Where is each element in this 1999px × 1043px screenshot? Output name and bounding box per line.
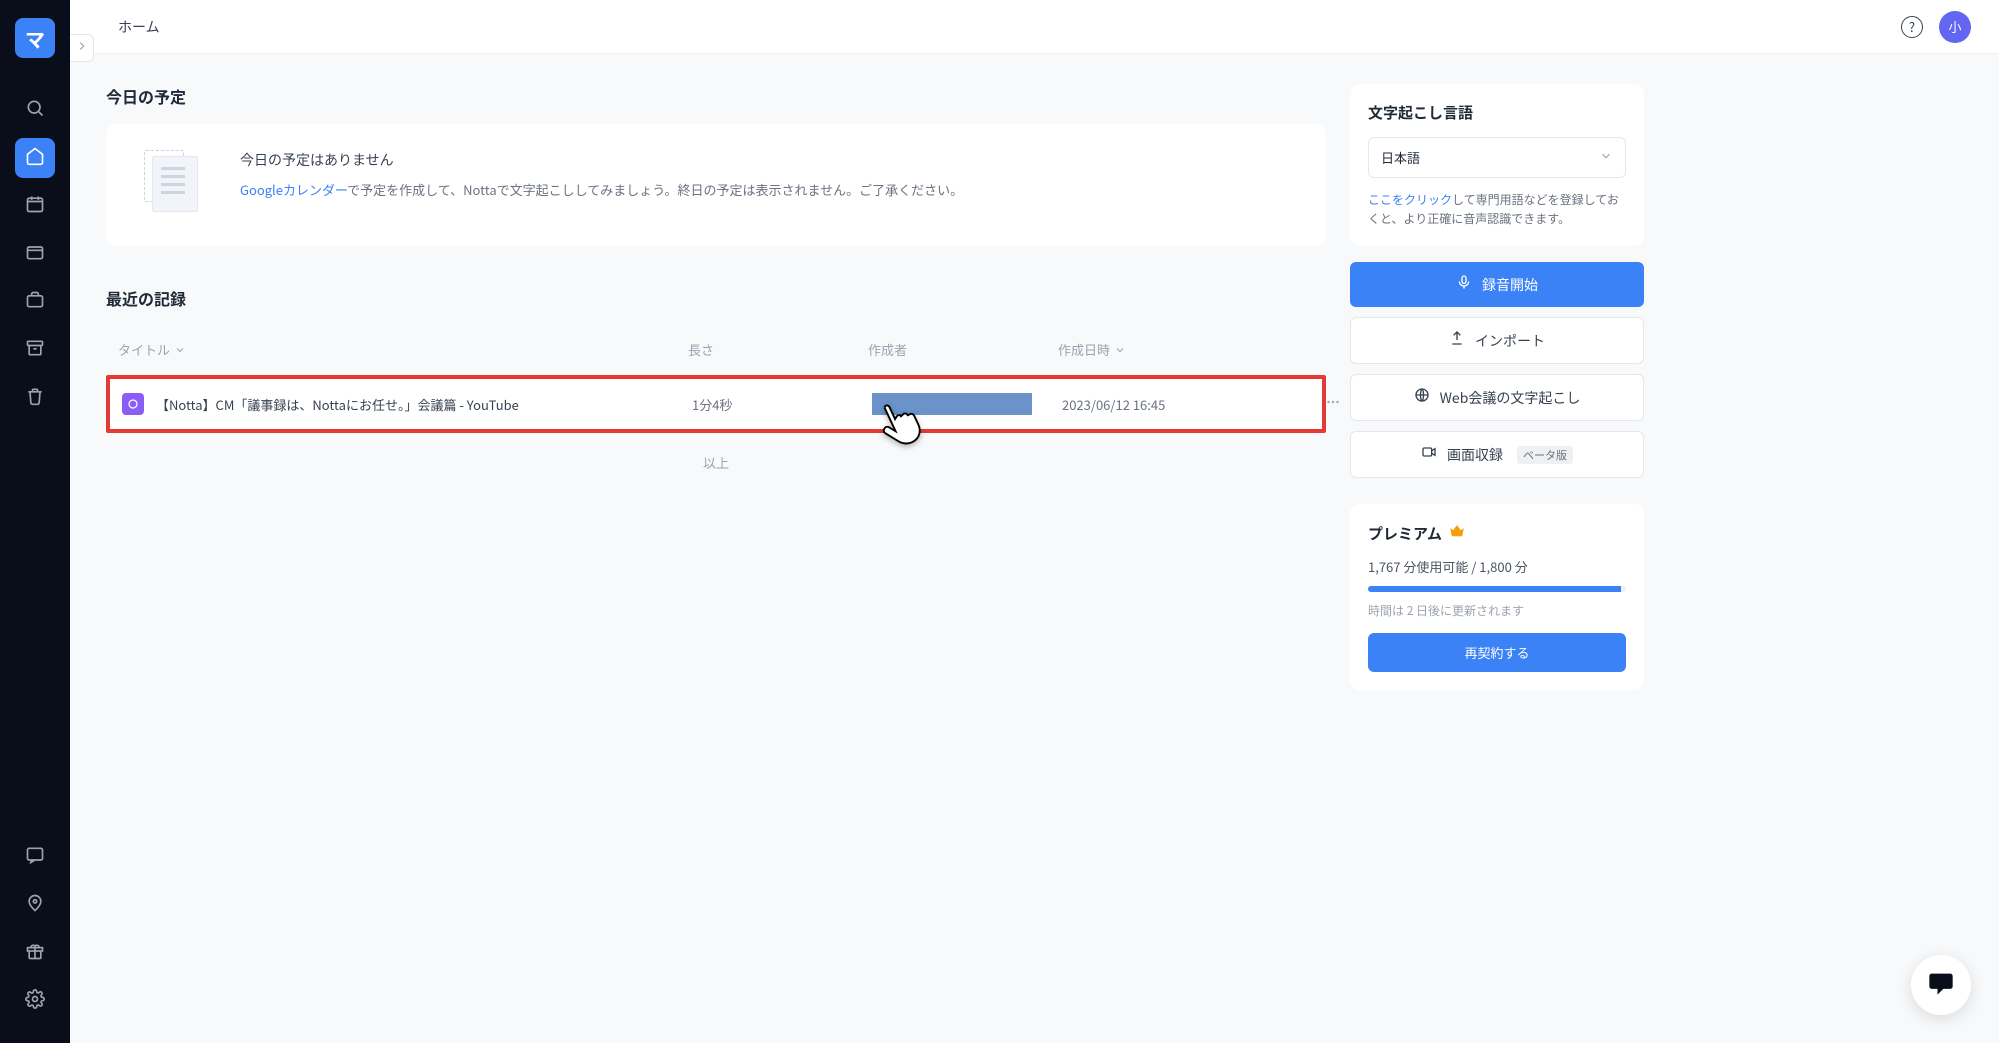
chevron-down-icon [174, 344, 186, 356]
sidebar-bottom-group [0, 837, 70, 1043]
chevron-down-icon [1599, 148, 1613, 167]
list-end-text: 以上 [106, 433, 1326, 492]
sidebar-calendar[interactable] [15, 186, 55, 226]
document-illustration-icon [134, 150, 214, 220]
premium-panel: プレミアム 1,767 分使用可能 / 1,800 分 時間は 2 日後に更新さ… [1350, 504, 1644, 690]
upload-icon [1449, 330, 1465, 351]
renew-button[interactable]: 再契約する [1368, 633, 1626, 672]
gift-icon [25, 941, 45, 966]
start-recording-button[interactable]: 録音開始 [1350, 262, 1644, 307]
globe-icon [1414, 387, 1430, 408]
record-row[interactable]: 【Notta】CM「議事録は、Nottaにお任せ。」会議篇 - YouTube … [110, 379, 1322, 429]
archive-icon [25, 338, 45, 363]
redacted-author [872, 393, 1032, 415]
record-date-cell: 2023/06/12 16:45 [1062, 395, 1262, 414]
usage-progress [1368, 586, 1626, 592]
sidebar-gift[interactable] [15, 933, 55, 973]
sidebar-trash[interactable] [15, 378, 55, 418]
pin-icon [25, 893, 45, 918]
sidebar-settings[interactable] [15, 981, 55, 1021]
topbar-right: ? 小 [1901, 11, 1971, 43]
briefcase-icon [25, 290, 45, 315]
chat-bubble-icon [1927, 969, 1955, 1002]
record-type-icon [122, 393, 144, 415]
premium-header: プレミアム [1368, 522, 1626, 545]
content-column: 今日の予定 今日の予定はありません Googleカレンダーで予定を作成して、No… [106, 84, 1326, 492]
record-length-cell: 1分4秒 [692, 395, 872, 414]
recent-section-title: 最近の記録 [106, 286, 1326, 310]
search-icon [25, 98, 45, 123]
sidebar-archive[interactable] [15, 330, 55, 370]
import-button[interactable]: インポート [1350, 317, 1644, 364]
message-icon [25, 845, 45, 870]
sidebar-briefcase[interactable] [15, 282, 55, 322]
avatar[interactable]: 小 [1939, 11, 1971, 43]
mic-icon [1456, 274, 1472, 295]
col-length-header: 長さ [688, 340, 868, 359]
folder-icon [25, 242, 45, 267]
sidebar: マ [0, 0, 70, 1043]
record-title-text: 【Notta】CM「議事録は、Nottaにお任せ。」会議篇 - YouTube [156, 395, 519, 414]
more-horizontal-icon [1324, 393, 1342, 415]
sidebar-collapse-toggle[interactable] [70, 34, 94, 62]
record-author-cell [872, 393, 1062, 415]
premium-title: プレミアム [1368, 523, 1442, 544]
record-more-button[interactable] [1262, 393, 1342, 415]
sidebar-home[interactable] [15, 138, 55, 178]
web-meeting-button[interactable]: Web会議の文字起こし [1350, 374, 1644, 421]
record-title-cell: 【Notta】CM「議事録は、Nottaにお任せ。」会議篇 - YouTube [122, 393, 692, 415]
gear-icon [25, 989, 45, 1014]
sidebar-feedback[interactable] [15, 837, 55, 877]
schedule-section-title: 今日の予定 [106, 84, 1326, 108]
col-author-header: 作成者 [868, 340, 1058, 359]
sidebar-location[interactable] [15, 885, 55, 925]
side-column: 文字起こし言語 日本語 ここをクリックして専門用語などを登録しておくと、より正確… [1350, 84, 1644, 690]
usage-text: 1,767 分使用可能 / 1,800 分 [1368, 557, 1626, 576]
schedule-card: 今日の予定はありません Googleカレンダーで予定を作成して、Nottaで文字… [106, 124, 1326, 246]
google-calendar-link[interactable]: Googleカレンダー [240, 180, 347, 199]
sidebar-top-group [0, 90, 70, 418]
table-header-row: タイトル 長さ 作成者 作成日時 [106, 326, 1326, 373]
crown-icon [1448, 522, 1466, 545]
main: 今日の予定 今日の予定はありません Googleカレンダーで予定を作成して、No… [70, 54, 1999, 720]
actions-group: 録音開始 インポート Web会議の文字起こし 画面収録 ベータ版 [1350, 262, 1644, 488]
renew-note: 時間は 2 日後に更新されます [1368, 602, 1626, 619]
chat-fab[interactable] [1911, 955, 1971, 1015]
video-icon [1421, 444, 1437, 465]
vocab-hint: ここをクリックして専門用語などを登録しておくと、より正確に音声認識できます。 [1368, 190, 1626, 228]
screen-record-button[interactable]: 画面収録 ベータ版 [1350, 431, 1644, 478]
chevron-right-icon [75, 38, 89, 58]
page-title: ホーム [118, 17, 160, 37]
transcription-panel-title: 文字起こし言語 [1368, 102, 1626, 123]
transcription-panel: 文字起こし言語 日本語 ここをクリックして専門用語などを登録しておくと、より正確… [1350, 84, 1644, 246]
language-select[interactable]: 日本語 [1368, 137, 1626, 178]
col-created-header[interactable]: 作成日時 [1058, 340, 1258, 359]
sidebar-folder[interactable] [15, 234, 55, 274]
language-value: 日本語 [1381, 148, 1420, 167]
vocab-hint-link[interactable]: ここをクリック [1368, 191, 1452, 208]
app-logo[interactable]: マ [15, 18, 55, 58]
calendar-icon [25, 194, 45, 219]
help-button[interactable]: ? [1901, 16, 1923, 38]
schedule-empty-title: 今日の予定はありません [240, 150, 963, 170]
trash-icon [25, 386, 45, 411]
topbar: ホーム ? 小 [70, 0, 1999, 54]
col-title-header[interactable]: タイトル [118, 340, 688, 359]
schedule-empty-desc-rest: で予定を作成して、Nottaで文字起こししてみましょう。終日の予定は表示されませ… [347, 180, 963, 199]
schedule-empty-text: 今日の予定はありません Googleカレンダーで予定を作成して、Nottaで文字… [240, 150, 963, 199]
home-icon [25, 146, 45, 171]
beta-badge: ベータ版 [1517, 446, 1573, 464]
usage-progress-fill [1368, 586, 1621, 592]
highlighted-row-box: 【Notta】CM「議事録は、Nottaにお任せ。」会議篇 - YouTube … [106, 375, 1326, 433]
schedule-empty-desc: Googleカレンダーで予定を作成して、Nottaで文字起こししてみましょう。終… [240, 180, 963, 199]
sidebar-search[interactable] [15, 90, 55, 130]
chevron-down-icon [1114, 344, 1126, 356]
